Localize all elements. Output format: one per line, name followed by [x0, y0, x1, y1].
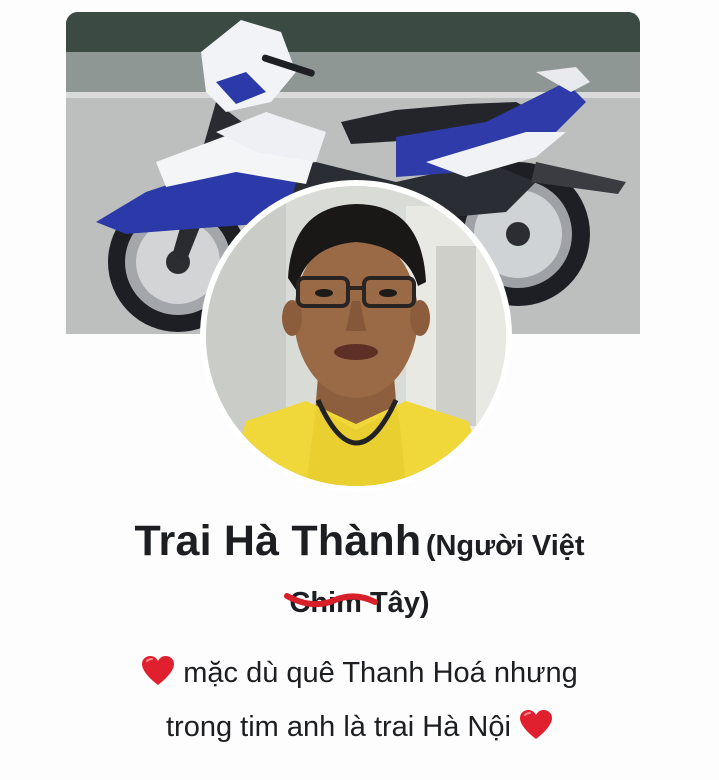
- bio-line-2: trong tim anh là trai Hà Nội: [40, 700, 679, 754]
- struck-word: Chim: [284, 574, 379, 632]
- profile-name-block: Trai Hà Thành (Người Việt: [40, 512, 679, 580]
- profile-name-note: (Người Việt: [425, 530, 585, 562]
- profile-avatar[interactable]: [206, 186, 506, 486]
- profile-page: Trai Hà Thành (Người Việt Chim Tây) mặc …: [0, 0, 719, 780]
- profile-bio: mặc dù quê Thanh Hoá nhưng trong tim anh…: [40, 646, 679, 754]
- profile-name-note-continued: Chim Tây): [40, 574, 679, 632]
- bio-text-1: mặc dù quê Thanh Hoá nhưng: [183, 657, 578, 689]
- bio-text-2: trong tim anh là trai Hà Nội: [166, 711, 511, 743]
- name-note-suffix: Tây): [369, 587, 430, 619]
- red-heart-icon: [519, 709, 553, 741]
- red-heart-icon: [141, 655, 175, 687]
- profile-name: Trai Hà Thành: [134, 517, 422, 565]
- bio-line-1: mặc dù quê Thanh Hoá nhưng: [40, 646, 679, 700]
- struck-word-text: Chim: [289, 587, 362, 619]
